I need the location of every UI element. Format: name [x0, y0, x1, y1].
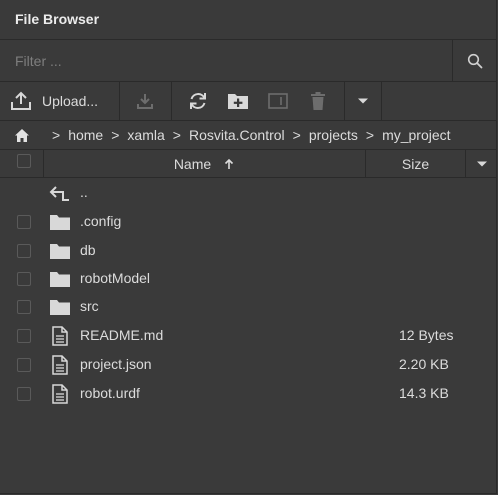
delete-button[interactable]: [305, 82, 331, 120]
refresh-button[interactable]: [184, 82, 212, 120]
upload-label: Upload...: [42, 93, 99, 109]
filter-input[interactable]: [0, 40, 452, 81]
upload-icon: [11, 91, 31, 110]
caret-down-icon: [358, 98, 368, 104]
item-name: project.json: [80, 356, 152, 372]
breadcrumb-separator: >: [111, 127, 120, 143]
item-name: ..: [80, 184, 88, 200]
select-all-checkbox[interactable]: [17, 154, 31, 168]
breadcrumb: > home > xamla > Rosvita.Control > proje…: [0, 121, 497, 150]
list-item[interactable]: README.md 12 Bytes: [0, 321, 497, 350]
row-checkbox[interactable]: [17, 358, 31, 372]
folder-icon: [50, 300, 70, 315]
folder-icon: [50, 272, 70, 287]
folder-icon: [50, 244, 70, 259]
breadcrumb-item-home[interactable]: home: [68, 127, 103, 143]
home-button[interactable]: [0, 121, 44, 149]
list-item[interactable]: project.json 2.20 KB: [0, 350, 497, 379]
filter-row: [0, 40, 497, 82]
name-header-label: Name: [173, 155, 212, 172]
file-text-icon: [52, 355, 68, 375]
row-checkbox[interactable]: [17, 215, 31, 229]
list-item[interactable]: .config: [0, 207, 497, 236]
breadcrumb-separator: >: [365, 127, 375, 143]
download-icon: [137, 94, 153, 109]
rename-icon: [268, 93, 288, 109]
breadcrumb-item-rosvita-control[interactable]: Rosvita.Control: [189, 127, 285, 143]
breadcrumb-item-xamla[interactable]: xamla: [127, 127, 164, 143]
file-text-icon: [52, 384, 68, 404]
breadcrumb-separator: >: [292, 127, 301, 143]
refresh-icon: [190, 93, 206, 109]
trash-icon: [311, 92, 325, 110]
search-button[interactable]: [452, 40, 497, 81]
sort-ascending-icon: [225, 158, 234, 169]
row-checkbox[interactable]: [17, 272, 31, 286]
table-header: Name Size: [0, 150, 497, 178]
toolbar: Upload...: [0, 82, 497, 121]
list-item[interactable]: robot.urdf 14.3 KB: [0, 379, 497, 408]
list-item[interactable]: src: [0, 292, 497, 321]
upload-button[interactable]: Upload...: [10, 82, 98, 120]
breadcrumb-item-projects[interactable]: projects: [309, 127, 358, 143]
level-up-icon: [49, 186, 69, 201]
item-name: README.md: [80, 327, 164, 343]
row-checkbox[interactable]: [17, 329, 31, 343]
size-column-header[interactable]: Size: [366, 150, 466, 177]
new-folder-icon: [228, 94, 248, 109]
row-checkbox[interactable]: [17, 300, 31, 314]
breadcrumb-separator: >: [172, 127, 181, 143]
folder-icon: [50, 215, 70, 230]
breadcrumb-path: > home > xamla > Rosvita.Control > proje…: [52, 121, 459, 149]
name-column-header[interactable]: Name: [44, 150, 366, 177]
list-item[interactable]: db: [0, 236, 497, 265]
item-name: db: [80, 242, 96, 258]
new-folder-button[interactable]: [225, 82, 251, 120]
caret-down-icon: [476, 161, 487, 166]
list-item-parent[interactable]: ..: [0, 178, 497, 207]
item-size: 2.20 KB: [399, 356, 449, 372]
download-button[interactable]: [120, 82, 170, 120]
item-name: robotModel: [80, 270, 151, 286]
item-name: robot.urdf: [80, 385, 140, 401]
item-name: .config: [80, 213, 122, 229]
item-size: 12 Bytes: [399, 327, 454, 343]
home-icon: [15, 128, 29, 142]
rename-button[interactable]: [265, 82, 291, 120]
item-size: 14.3 KB: [399, 385, 449, 401]
row-checkbox[interactable]: [17, 387, 31, 401]
panel-title: File Browser: [15, 11, 100, 27]
size-header-label: Size: [401, 155, 430, 172]
breadcrumb-item-my-project[interactable]: my_project: [382, 127, 450, 143]
more-menu-button[interactable]: [345, 82, 381, 120]
search-icon: [467, 53, 483, 68]
file-text-icon: [52, 326, 68, 346]
title-bar: File Browser: [0, 0, 497, 40]
item-name: src: [80, 298, 99, 314]
breadcrumb-separator: >: [52, 127, 61, 143]
file-browser-panel: File Browser Upload...: [0, 0, 497, 494]
row-checkbox[interactable]: [17, 244, 31, 258]
list-item[interactable]: robotModel: [0, 264, 497, 293]
column-menu-button[interactable]: [466, 150, 497, 177]
